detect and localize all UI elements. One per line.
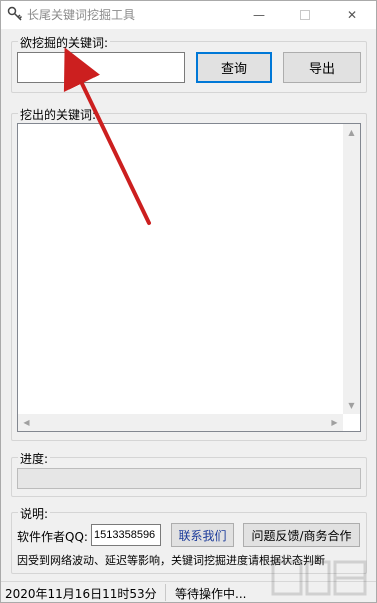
contact-us-label: 联系我们 [178, 528, 227, 543]
progress-bar [17, 468, 361, 489]
info-group-label: 说明: [18, 505, 51, 522]
scroll-up-icon[interactable]: ▲ [343, 124, 360, 141]
watermark-logo [271, 560, 367, 596]
status-datetime: 2020年11月16日11时53分 [5, 587, 157, 601]
window-title: 长尾关键词挖掘工具 [27, 8, 136, 22]
feedback-button[interactable]: 问题反馈/商务合作 [243, 523, 360, 547]
status-text: 等待操作中... [175, 587, 247, 601]
scroll-right-icon[interactable]: ▶ [326, 414, 343, 431]
query-button[interactable]: 查询 [196, 52, 272, 83]
query-group-label: 欲挖掘的关键词: [18, 34, 111, 51]
key-icon [7, 6, 23, 22]
qq-label: 软件作者QQ: [17, 530, 88, 544]
maximize-icon [300, 10, 310, 20]
close-button[interactable]: ✕ [329, 1, 375, 29]
minimize-button[interactable]: — [236, 1, 282, 29]
qq-field[interactable] [91, 524, 161, 546]
results-list[interactable]: ▲ ▼ ◀ ▶ [17, 123, 361, 432]
status-separator [165, 584, 166, 601]
keyword-input[interactable] [17, 52, 185, 83]
results-group-label: 挖出的关键词: [18, 106, 99, 123]
export-button-label: 导出 [308, 62, 335, 77]
export-button[interactable]: 导出 [283, 52, 361, 83]
close-icon: ✕ [346, 8, 358, 22]
feedback-label: 问题反馈/商务合作 [251, 528, 352, 543]
title-bar: 长尾关键词挖掘工具 — ✕ [1, 1, 376, 29]
horizontal-scrollbar[interactable]: ◀ ▶ [18, 414, 343, 431]
progress-group-label: 进度: [18, 450, 51, 467]
app-window: 长尾关键词挖掘工具 — ✕ 欲挖掘的关键词: 查询 导出 挖出的关键词: ▲ ▼… [0, 0, 377, 603]
scroll-down-icon[interactable]: ▼ [343, 397, 360, 414]
vertical-scrollbar[interactable]: ▲ ▼ [343, 124, 360, 414]
maximize-button[interactable] [282, 1, 328, 29]
contact-us-button[interactable]: 联系我们 [171, 523, 234, 547]
scroll-left-icon[interactable]: ◀ [18, 414, 35, 431]
query-button-label: 查询 [220, 62, 247, 77]
minimize-icon: — [253, 8, 265, 22]
